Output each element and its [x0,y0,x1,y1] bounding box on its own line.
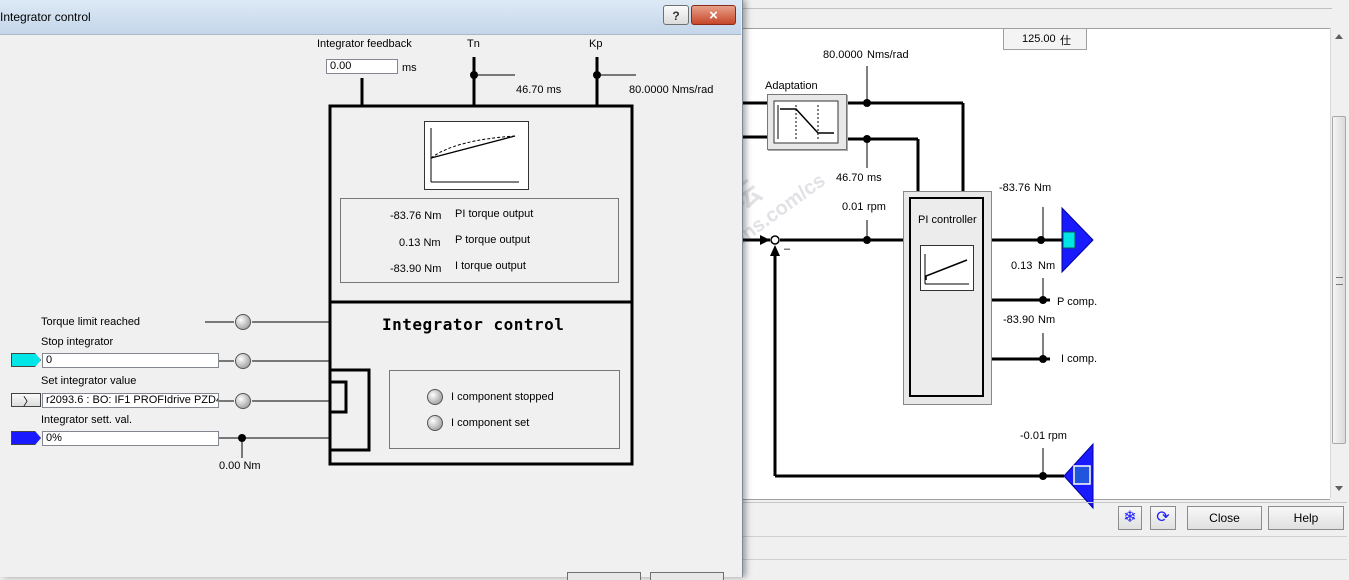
help-button[interactable]: Help [1268,506,1344,530]
integrator-curve-icon [424,121,529,190]
stop-integrator-field[interactable]: 0 [42,353,219,368]
p-torque-label: P torque output [455,234,531,246]
status-panel: I component stopped I component set [389,370,620,449]
i-torque-value: -83.90 Nm [390,263,442,275]
i-component-stopped-label: I component stopped [451,391,554,403]
p-torque-value: 0.13 Nm [399,237,441,249]
set-integrator-value-field[interactable]: r2093.6 : BO: IF1 PROFIdrive PZD4 [42,393,219,408]
integrator-sett-val-output: 0.00 Nm [219,460,261,472]
pi-torque-label: PI torque output [455,208,534,220]
refresh-icon[interactable]: ⟳ [1150,506,1176,530]
dialog-ok-button[interactable] [567,572,641,580]
set-integrator-value-led [235,393,251,409]
torque-limit-led [235,314,251,330]
stop-integrator-label: Stop integrator [41,336,114,348]
integrator-sett-val-connector-icon[interactable] [11,431,41,445]
close-button[interactable]: Close [1187,506,1262,530]
i-component-stopped-led [427,389,443,405]
block-title: Integrator control [382,315,565,334]
kp-label: Kp [589,38,603,50]
tn-value: 46.70 ms [516,84,562,96]
i-component-set-label: I component set [451,417,530,429]
kp-value: 80.0000 Nms/rad [629,84,714,96]
stop-integrator-led [235,353,251,369]
integrator-sett-val-label: Integrator sett. val. [41,414,133,426]
outputs-panel: -83.76 Nm PI torque output 0.13 Nm P tor… [340,198,619,283]
integrator-feedback-input[interactable]: 0.00 [326,59,398,74]
i-torque-label: I torque output [455,260,526,272]
torque-limit-label: Torque limit reached [41,316,141,328]
set-integrator-value-label: Set integrator value [41,375,137,387]
integrator-sett-val-field[interactable]: 0% [42,431,219,446]
tn-label: Tn [467,38,480,50]
stop-integrator-connector-icon[interactable] [11,353,41,367]
integrator-feedback-unit: ms [402,62,417,74]
pi-torque-value: -83.76 Nm [390,210,442,222]
integrator-feedback-label: Integrator feedback [317,38,412,50]
dialog-cancel-button[interactable] [650,572,724,580]
toolbar-separator [742,502,1347,503]
integrator-control-dialog: Integrator control ? × Integrator feedba… [0,0,743,580]
status-bar [742,536,1347,560]
snowflake-icon[interactable]: ❄ [1118,506,1142,530]
set-integrator-value-connector-icon[interactable]: 〉 [11,393,41,408]
i-component-set-led [427,415,443,431]
